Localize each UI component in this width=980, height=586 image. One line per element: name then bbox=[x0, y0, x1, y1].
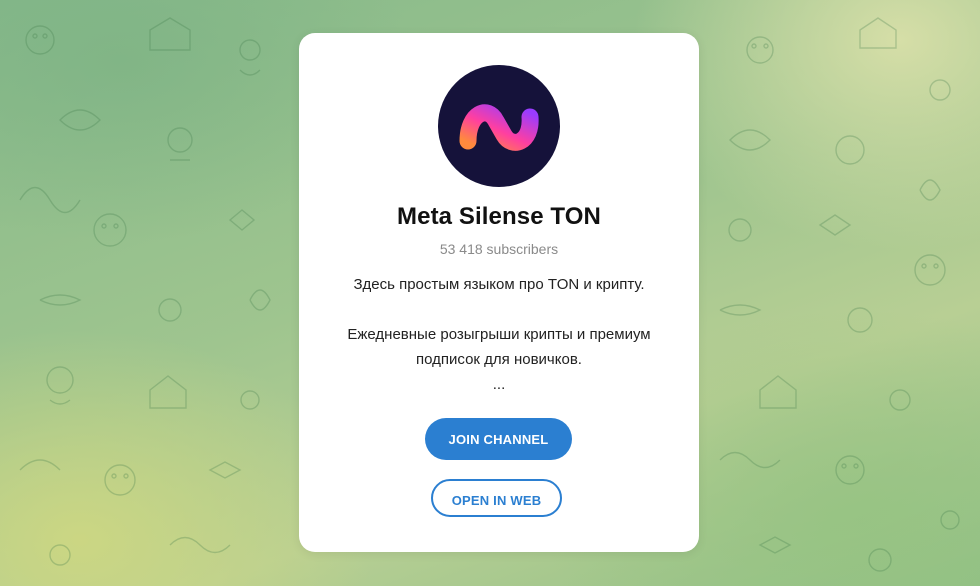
subscriber-count: 53 418 subscribers bbox=[439, 241, 559, 257]
gradient-wave-n-logo-icon bbox=[459, 104, 539, 151]
description-line: подписок для новичков. bbox=[416, 351, 582, 368]
channel-avatar bbox=[438, 65, 560, 187]
description-more: ... bbox=[492, 376, 506, 393]
channel-name: Meta Silense TON bbox=[397, 203, 601, 230]
open-in-web-button[interactable]: OPEN IN WEB bbox=[431, 479, 562, 517]
join-channel-button[interactable]: JOIN CHANNEL bbox=[425, 418, 572, 460]
channel-card: Meta Silense TON 53 418 subscribers Здес… bbox=[299, 33, 699, 552]
channel-description: Здесь простым языком про TON и крипту. Е… bbox=[319, 272, 679, 397]
description-line: Здесь простым языком про TON и крипту. bbox=[353, 276, 645, 293]
description-line: Ежедневные розыгрыши крипты и премиум bbox=[347, 326, 651, 343]
